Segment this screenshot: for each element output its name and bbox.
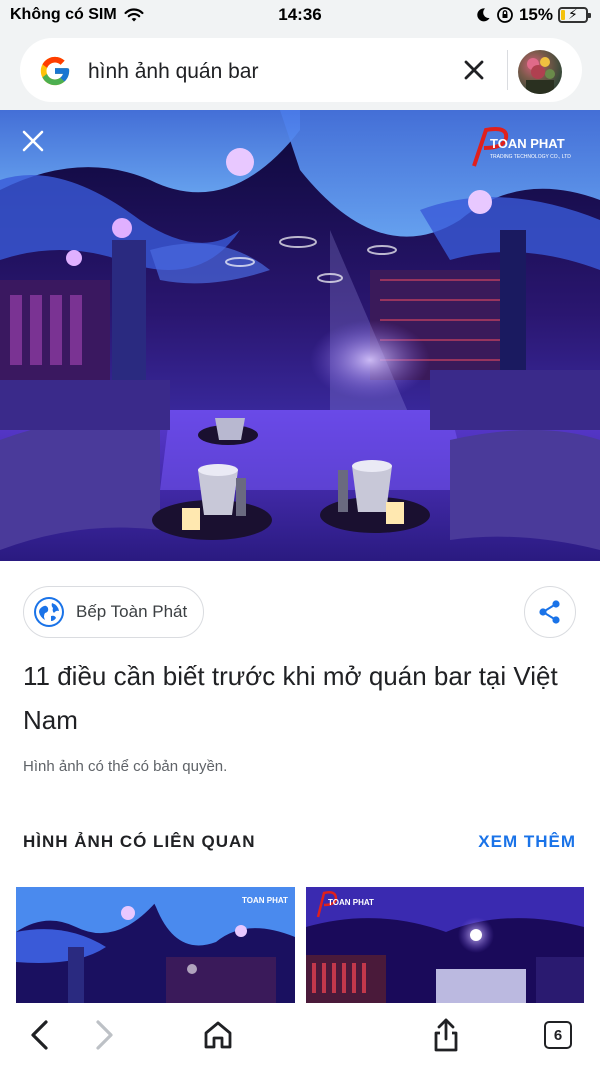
share-button[interactable]	[524, 586, 576, 638]
battery-percent: 15%	[518, 5, 553, 24]
chevron-right-icon	[96, 1020, 113, 1050]
chevron-left-icon	[31, 1020, 48, 1050]
search-divider	[507, 50, 508, 90]
article-title[interactable]: 11 điều cần biết trước khi mở quán bar t…	[23, 654, 583, 742]
toan-phat-logo: TOAN PHAT TRADING TECHNOLOGY CO., LTD	[472, 127, 571, 167]
related-image-1[interactable]: TOAN PHAT	[16, 887, 295, 1005]
status-bar: Không có SIM 14:36 15% ⚡	[0, 0, 600, 32]
thumb1-watermark: TOAN PHAT	[242, 896, 288, 905]
watermark-tagline: TRADING TECHNOLOGY CO., LTD	[490, 154, 571, 160]
forward-button[interactable]	[84, 1015, 124, 1055]
bottom-toolbar: 6	[0, 1003, 600, 1067]
related-image-1-picture: TOAN PHAT	[16, 887, 295, 1005]
globe-icon	[34, 597, 64, 627]
related-images-heading: HÌNH ẢNH CÓ LIÊN QUAN	[23, 832, 256, 851]
share-upload-icon	[434, 1018, 458, 1052]
image-watermark: TOAN PHAT TRADING TECHNOLOGY CO., LTD	[468, 124, 578, 175]
thumb2-watermark: TOAN PHAT	[328, 898, 374, 907]
share-icon	[539, 600, 560, 624]
copyright-note: Hình ảnh có thể có bản quyền.	[23, 758, 228, 775]
home-button[interactable]	[198, 1015, 238, 1055]
status-icons: 15% ⚡	[475, 5, 591, 25]
source-chip[interactable]: Bếp Toàn Phát	[23, 586, 205, 638]
battery-fill	[561, 10, 565, 20]
main-image[interactable]: TOAN PHAT TRADING TECHNOLOGY CO., LTD	[0, 110, 600, 561]
share-page-button[interactable]	[426, 1015, 466, 1055]
see-more-link[interactable]: XEM THÊM	[478, 832, 576, 852]
close-icon	[22, 130, 44, 152]
orientation-lock-icon	[497, 7, 513, 23]
tab-count-icon: 6	[544, 1021, 572, 1049]
search-bar[interactable]: hình ảnh quán bar	[20, 38, 582, 102]
tab-count: 6	[553, 1026, 563, 1044]
related-image-2[interactable]: TOAN PHAT	[306, 887, 584, 1005]
close-icon	[464, 60, 484, 80]
search-query[interactable]: hình ảnh quán bar	[88, 60, 258, 84]
related-image-2-picture: TOAN PHAT	[306, 887, 584, 1005]
battery-icon: ⚡	[558, 6, 591, 23]
search-header: hình ảnh quán bar	[0, 32, 600, 110]
back-button[interactable]	[20, 1015, 60, 1055]
tabs-button[interactable]: 6	[538, 1015, 578, 1055]
google-logo	[40, 56, 70, 86]
home-icon	[204, 1021, 232, 1049]
source-name[interactable]: Bếp Toàn Phát	[76, 602, 187, 622]
close-image-button[interactable]	[18, 128, 48, 158]
bar-interior-image	[0, 110, 600, 561]
moon-icon	[477, 8, 490, 22]
avatar-image	[526, 57, 555, 94]
clear-search-button[interactable]	[458, 54, 490, 86]
charging-icon: ⚡	[568, 6, 578, 22]
watermark-brand: TOAN PHAT	[490, 136, 565, 151]
account-avatar[interactable]	[518, 50, 562, 94]
